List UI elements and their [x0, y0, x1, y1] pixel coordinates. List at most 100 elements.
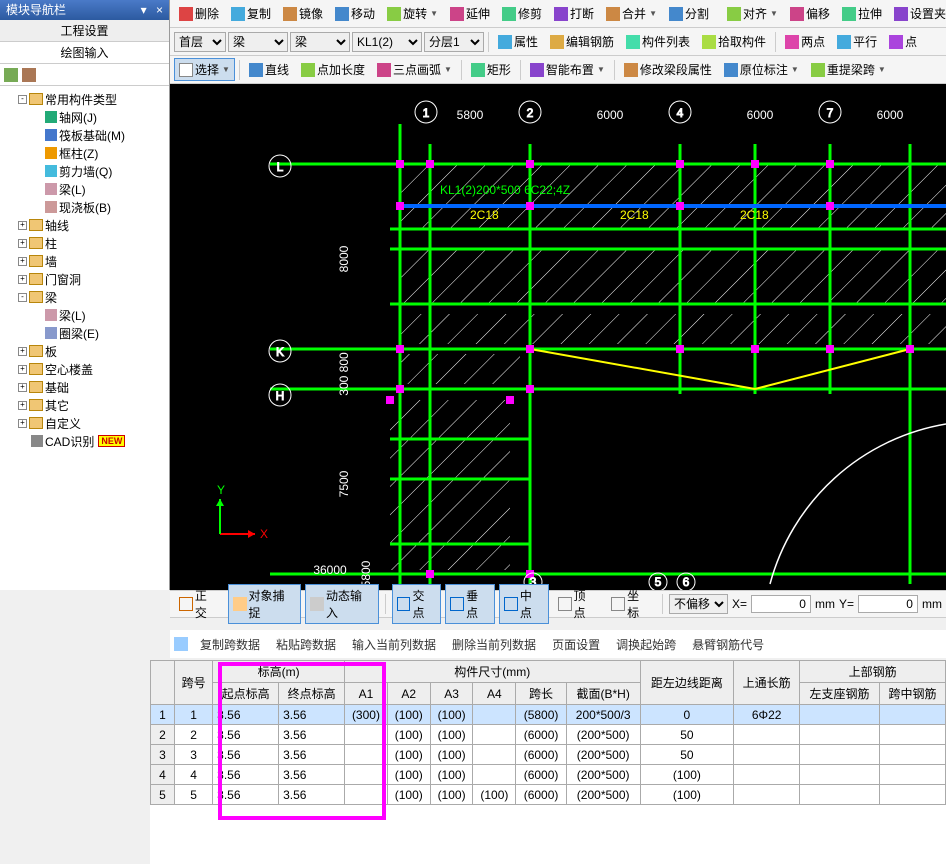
expand-icon[interactable]: - [18, 293, 27, 302]
dyn-input-toggle[interactable]: 动态输入 [305, 584, 378, 624]
cell[interactable]: (100) [430, 745, 473, 765]
offset-button[interactable]: 偏移 [785, 2, 835, 25]
offset-mode-select[interactable]: 不偏移 [669, 594, 728, 614]
tree-item[interactable]: +轴线 [4, 216, 165, 234]
edit-rebar-button[interactable]: 编辑钢筋 [545, 30, 619, 53]
perp-snap[interactable]: 垂点 [445, 584, 495, 624]
cell[interactable]: (5800) [516, 705, 567, 725]
tree-item[interactable]: +墙 [4, 252, 165, 270]
cell[interactable]: 3.56 [213, 725, 279, 745]
cross-snap[interactable]: 交点 [392, 584, 442, 624]
cell[interactable] [734, 725, 800, 745]
break-button[interactable]: 打断 [549, 2, 599, 25]
tree-item[interactable]: 梁(L) [4, 306, 165, 324]
tree-item[interactable]: +其它 [4, 396, 165, 414]
y-input[interactable] [858, 595, 918, 613]
tree-item[interactable]: 剪力墙(Q) [4, 162, 165, 180]
input-col-button[interactable]: 输入当前列数据 [348, 634, 440, 655]
osnap-toggle[interactable]: 对象捕捉 [228, 584, 301, 624]
rect-button[interactable]: 矩形 [466, 58, 516, 81]
expand-icon[interactable]: + [18, 419, 27, 428]
cell[interactable]: 5 [175, 785, 213, 805]
cell[interactable]: 3.56 [279, 745, 345, 765]
tree-item[interactable]: +板 [4, 342, 165, 360]
tree-item[interactable]: +空心楼盖 [4, 360, 165, 378]
cell[interactable]: (6000) [516, 745, 567, 765]
expand-icon[interactable]: + [18, 221, 27, 230]
expand-icon[interactable]: + [18, 275, 27, 284]
cell[interactable] [345, 745, 388, 765]
smart-layout-button[interactable]: 智能布置▼ [525, 58, 610, 81]
expand-icon[interactable]: + [18, 383, 27, 392]
move-button[interactable]: 移动 [330, 2, 380, 25]
cell[interactable] [800, 745, 880, 765]
cell[interactable]: 50 [640, 725, 734, 745]
delete-button[interactable]: 删除 [174, 2, 224, 25]
table-row[interactable]: 113.563.56(300)(100)(100)(5800)200*500/3… [151, 705, 946, 725]
tab-project-settings[interactable]: 工程设置 [0, 20, 169, 42]
tree-item[interactable]: 圈梁(E) [4, 324, 165, 342]
cell[interactable]: 3.56 [213, 785, 279, 805]
cell[interactable] [473, 745, 516, 765]
cell[interactable]: 6Φ22 [734, 705, 800, 725]
cell[interactable]: 200*500/3 [566, 705, 640, 725]
tree-item[interactable]: 筏板基础(M) [4, 126, 165, 144]
tree-item[interactable]: 梁(L) [4, 180, 165, 198]
tree-item[interactable]: -常用构件类型 [4, 90, 165, 108]
x-input[interactable] [751, 595, 811, 613]
cell[interactable] [473, 765, 516, 785]
table-row[interactable]: 443.563.56(100)(100)(6000)(200*500)(100) [151, 765, 946, 785]
expand-icon[interactable]: + [18, 347, 27, 356]
cell[interactable]: 3.56 [213, 745, 279, 765]
cell[interactable] [800, 705, 880, 725]
cell[interactable]: (100) [430, 705, 473, 725]
cell[interactable]: 3.56 [213, 705, 279, 725]
cell[interactable]: (6000) [516, 785, 567, 805]
tree-item[interactable]: +柱 [4, 234, 165, 252]
tree-item[interactable]: 现浇板(B) [4, 198, 165, 216]
cell[interactable] [345, 785, 388, 805]
cell[interactable]: (100) [387, 765, 430, 785]
merge-button[interactable]: 合并▼ [601, 2, 662, 25]
cell[interactable] [879, 745, 945, 765]
tree-item[interactable]: +门窗洞 [4, 270, 165, 288]
setclip-button[interactable]: 设置夹 [889, 2, 946, 25]
cell[interactable]: (100) [473, 785, 516, 805]
cell[interactable]: 2 [151, 725, 175, 745]
cell[interactable] [734, 765, 800, 785]
cell[interactable]: (100) [430, 765, 473, 785]
tree-item[interactable]: -梁 [4, 288, 165, 306]
table-row[interactable]: 333.563.56(100)(100)(6000)(200*500)50 [151, 745, 946, 765]
expand-icon[interactable]: + [18, 401, 27, 410]
tree-item[interactable]: 轴网(J) [4, 108, 165, 126]
cell[interactable] [879, 785, 945, 805]
tree-item[interactable]: 框柱(Z) [4, 144, 165, 162]
parallel-button[interactable]: 平行 [832, 30, 882, 53]
trim-button[interactable]: 修剪 [497, 2, 547, 25]
sublayer-select[interactable]: 分层1 [424, 32, 484, 52]
cell[interactable] [473, 705, 516, 725]
tree-collapse-icon[interactable] [22, 68, 36, 82]
cell[interactable] [800, 765, 880, 785]
expand-icon[interactable]: + [18, 239, 27, 248]
cantilever-code-button[interactable]: 悬臂钢筋代号 [688, 634, 768, 655]
span-data-grid[interactable]: 跨号 标高(m) 构件尺寸(mm) 距左边线距离 上通长筋 上部钢筋 起点标高 … [150, 660, 946, 864]
cell[interactable]: 3.56 [279, 705, 345, 725]
cell[interactable]: (6000) [516, 725, 567, 745]
cell[interactable] [473, 725, 516, 745]
pick-member-button[interactable]: 拾取构件 [697, 30, 771, 53]
cell[interactable]: 3.56 [279, 785, 345, 805]
cell[interactable]: 3.56 [279, 765, 345, 785]
cell[interactable]: 3 [151, 745, 175, 765]
cell[interactable]: 0 [640, 705, 734, 725]
cell[interactable]: 50 [640, 745, 734, 765]
cell[interactable] [800, 785, 880, 805]
cell[interactable] [345, 765, 388, 785]
cell[interactable]: (200*500) [566, 745, 640, 765]
cell[interactable]: 3.56 [213, 765, 279, 785]
cell[interactable]: (200*500) [566, 765, 640, 785]
mid-snap[interactable]: 中点 [499, 584, 549, 624]
cell[interactable]: (100) [387, 705, 430, 725]
swap-start-button[interactable]: 调换起始跨 [612, 634, 680, 655]
member-list-button[interactable]: 构件列表 [621, 30, 695, 53]
